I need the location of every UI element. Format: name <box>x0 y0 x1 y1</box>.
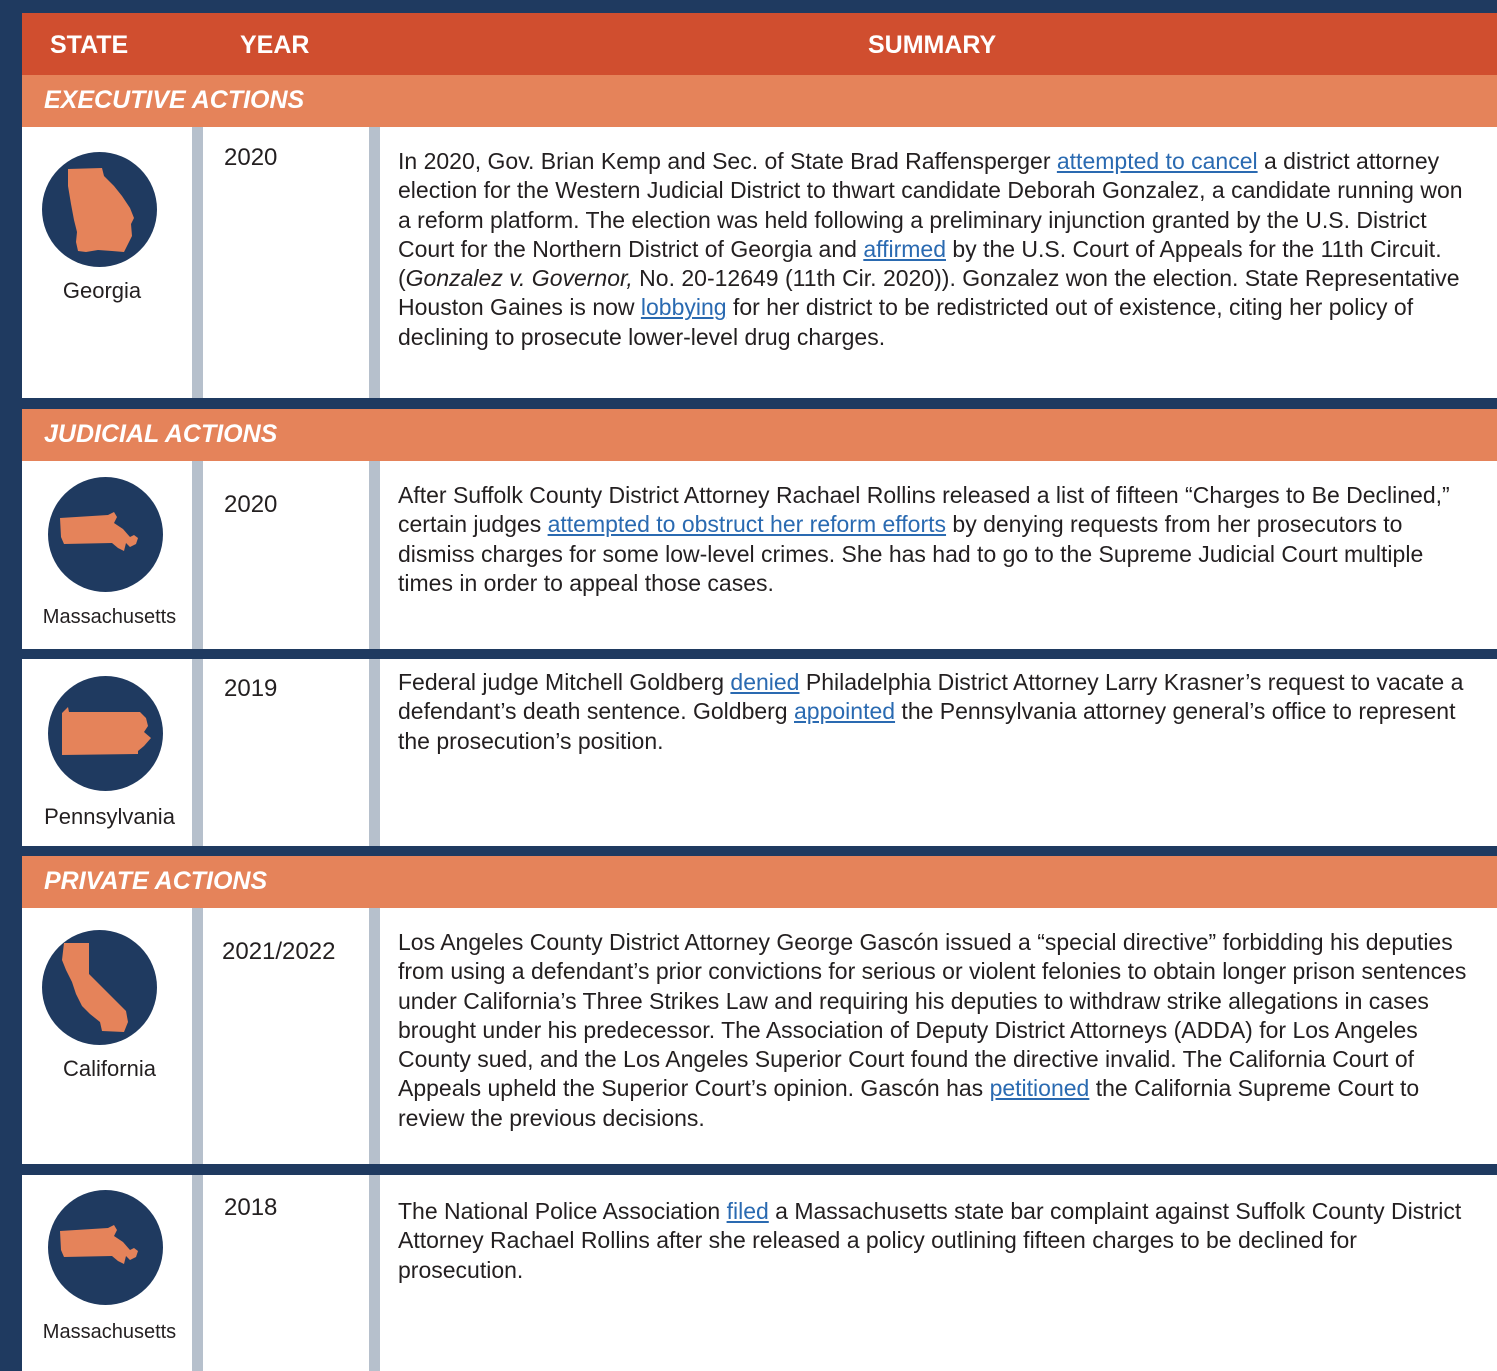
table-row: California 2021/2022 Los Angeles County … <box>22 908 1497 1164</box>
column-divider <box>192 127 203 398</box>
row-separator <box>22 649 1497 659</box>
summary-segment: Federal judge Mitchell Goldberg <box>398 669 731 695</box>
state-name: Massachusetts <box>42 1321 177 1343</box>
year: 2020 <box>224 144 278 171</box>
table-row: Massachusetts 2020 After Suffolk County … <box>22 461 1497 649</box>
table-row: Massachusetts 2018 The National Police A… <box>22 1175 1497 1371</box>
state-name: Pennsylvania <box>44 804 175 829</box>
header-year: YEAR <box>240 31 310 59</box>
table-row: Pennsylvania 2019 Federal judge Mitchell… <box>22 659 1497 846</box>
row-separator <box>22 846 1497 856</box>
summary-text: In 2020, Gov. Brian Kemp and Sec. of Sta… <box>398 147 1478 352</box>
massachusetts-map-icon <box>48 477 163 592</box>
summary-link[interactable]: appointed <box>794 698 895 724</box>
summary-link[interactable]: attempted to obstruct her reform efforts <box>548 511 946 537</box>
summary-text: Federal judge Mitchell Goldberg denied P… <box>398 668 1478 756</box>
section-title: EXECUTIVE ACTIONS <box>44 86 305 114</box>
section-title: PRIVATE ACTIONS <box>44 867 268 895</box>
state-name: Massachusetts <box>42 606 177 628</box>
header-summary: SUMMARY <box>868 31 997 59</box>
summary-segment: In 2020, Gov. Brian Kemp and Sec. of Sta… <box>398 148 1057 174</box>
column-divider <box>369 659 380 846</box>
table-row: Georgia 2020 In 2020, Gov. Brian Kemp an… <box>22 127 1497 398</box>
california-map-icon <box>42 930 157 1045</box>
state-name: California <box>63 1056 156 1081</box>
row-separator <box>22 1164 1497 1175</box>
frame-left <box>0 0 22 1371</box>
section-judicial-actions: JUDICIAL ACTIONS <box>22 409 1497 461</box>
summary-text: The National Police Association filed a … <box>398 1197 1478 1285</box>
summary-link[interactable]: attempted to cancel <box>1057 148 1258 174</box>
summary-link[interactable]: petitioned <box>990 1075 1090 1101</box>
summary-link[interactable]: lobbying <box>641 294 727 320</box>
summary-segment: The National Police Association <box>398 1198 727 1224</box>
summary-link[interactable]: affirmed <box>863 236 946 262</box>
summary-text: Los Angeles County District Attorney Geo… <box>398 928 1478 1133</box>
summary-text: After Suffolk County District Attorney R… <box>398 481 1478 598</box>
column-divider <box>192 908 203 1164</box>
actions-table: STATE YEAR SUMMARY EXECUTIVE ACTIONS Geo… <box>0 0 1497 1371</box>
case-citation: Gonzalez v. Governor, <box>405 265 633 292</box>
section-title: JUDICIAL ACTIONS <box>44 420 278 448</box>
summary-link[interactable]: denied <box>730 669 799 695</box>
column-divider <box>369 1175 380 1371</box>
frame-top <box>0 0 1497 13</box>
state-name: Georgia <box>62 278 142 303</box>
section-private-actions: PRIVATE ACTIONS <box>22 856 1497 908</box>
year: 2020 <box>224 491 278 518</box>
summary-link[interactable]: filed <box>727 1198 769 1224</box>
section-executive-actions: EXECUTIVE ACTIONS <box>22 75 1497 127</box>
year: 2019 <box>224 675 278 702</box>
georgia-map-icon <box>42 152 157 267</box>
header-state: STATE <box>50 31 129 59</box>
column-divider <box>369 461 380 649</box>
column-divider <box>369 127 380 398</box>
pennsylvania-map-icon <box>48 676 163 791</box>
year: 2021/2022 <box>222 938 336 965</box>
massachusetts-map-icon <box>48 1190 163 1305</box>
year: 2018 <box>224 1194 278 1221</box>
table-header: STATE YEAR SUMMARY <box>22 13 1497 75</box>
column-divider <box>369 908 380 1164</box>
row-separator <box>22 398 1497 409</box>
